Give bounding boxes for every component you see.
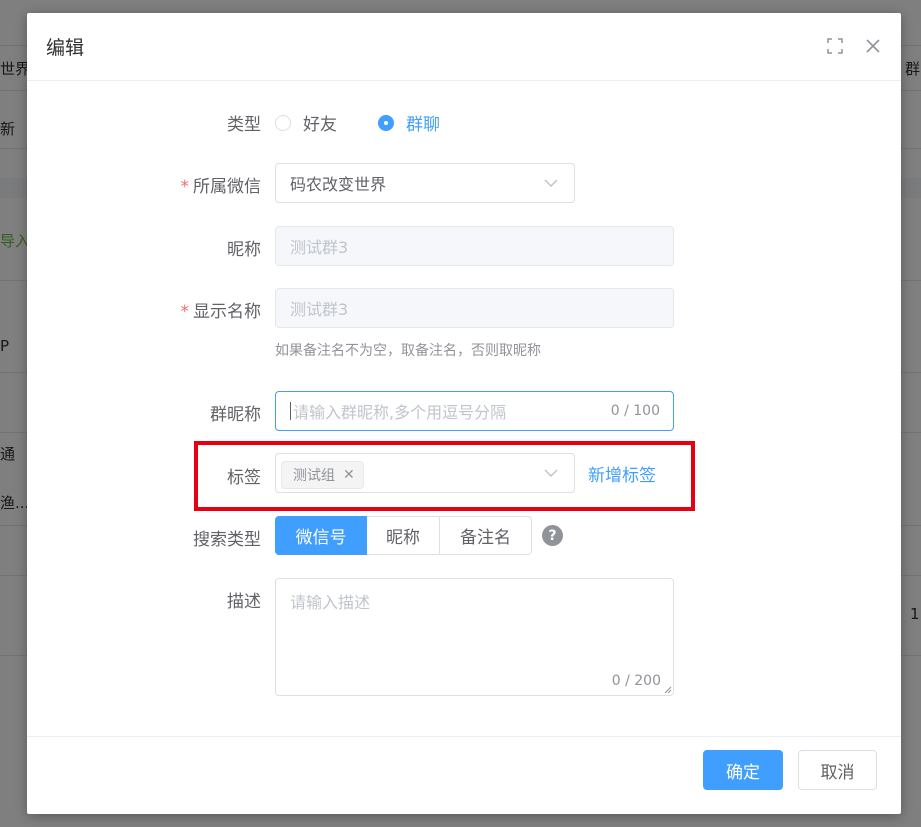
dialog-header: 编辑: [27, 13, 901, 81]
group-nickname-placeholder: 请输入群昵称,多个用逗号分隔: [293, 403, 507, 422]
display-name-value: 测试群3: [290, 300, 349, 319]
text-caret: [290, 402, 291, 420]
confirm-button[interactable]: 确定: [703, 750, 783, 790]
wechat-label: * 所属微信: [61, 172, 262, 197]
search-type-group: 微信号 昵称 备注名: [275, 516, 532, 555]
display-name-label: * 显示名称: [61, 297, 262, 322]
group-nickname-label-text: 群昵称: [210, 405, 261, 425]
close-icon[interactable]: [864, 37, 882, 55]
radio-group[interactable]: 群聊: [378, 110, 440, 135]
group-nickname-input[interactable]: 请输入群昵称,多个用逗号分隔 0 / 100: [275, 391, 674, 431]
nickname-value: 测试群3: [290, 238, 349, 257]
description-textarea[interactable]: 请输入描述 0 / 200: [275, 578, 674, 696]
cancel-button[interactable]: 取消: [798, 750, 877, 790]
nickname-label: 昵称: [61, 235, 261, 260]
nickname-label-text: 昵称: [227, 240, 261, 260]
radio-circle-checked: [378, 114, 394, 131]
dialog-title: 编辑: [46, 37, 85, 59]
radio-label: 好友: [303, 115, 337, 135]
search-type-label-text: 搜索类型: [193, 530, 261, 550]
nickname-input[interactable]: 测试群3: [275, 226, 674, 266]
chevron-down-icon: [544, 179, 558, 187]
wechat-select[interactable]: 码农改变世界: [275, 163, 575, 203]
group-nickname-counter: 0 / 100: [610, 403, 660, 419]
search-type-wechat-id[interactable]: 微信号: [275, 516, 367, 555]
wechat-label-text: 所属微信: [193, 177, 261, 197]
description-placeholder: 请输入描述: [290, 593, 371, 612]
required-mark: *: [180, 177, 190, 197]
required-mark: *: [180, 302, 190, 322]
radio-label: 群聊: [406, 115, 440, 135]
display-name-hint: 如果备注名不为空，取备注名，否则取昵称: [275, 343, 541, 359]
question-circle-icon[interactable]: ?: [542, 525, 563, 546]
description-counter: 0 / 200: [611, 673, 661, 689]
display-name-label-text: 显示名称: [193, 302, 261, 322]
search-type-nickname[interactable]: 昵称: [367, 516, 440, 555]
resize-handle-icon[interactable]: [664, 686, 672, 694]
highlight-box: [194, 441, 695, 511]
radio-circle: [275, 114, 291, 131]
description-label-text: 描述: [227, 592, 261, 612]
type-label: 类型: [61, 110, 261, 135]
type-label-text: 类型: [227, 115, 261, 135]
edit-dialog: 编辑 类型 好友 群聊 * 所属微信 码农改变世界 昵称 测试群3 * 显示名称…: [27, 13, 901, 814]
wechat-select-value: 码农改变世界: [290, 175, 387, 194]
fullscreen-icon[interactable]: [826, 37, 844, 55]
search-type-label: 搜索类型: [61, 525, 261, 550]
dialog-footer-divider: [27, 736, 901, 737]
display-name-input[interactable]: 测试群3: [275, 288, 674, 328]
search-type-remark[interactable]: 备注名: [440, 516, 532, 555]
description-label: 描述: [61, 587, 261, 612]
group-nickname-label: 群昵称: [61, 400, 261, 425]
radio-friend[interactable]: 好友: [275, 110, 337, 135]
